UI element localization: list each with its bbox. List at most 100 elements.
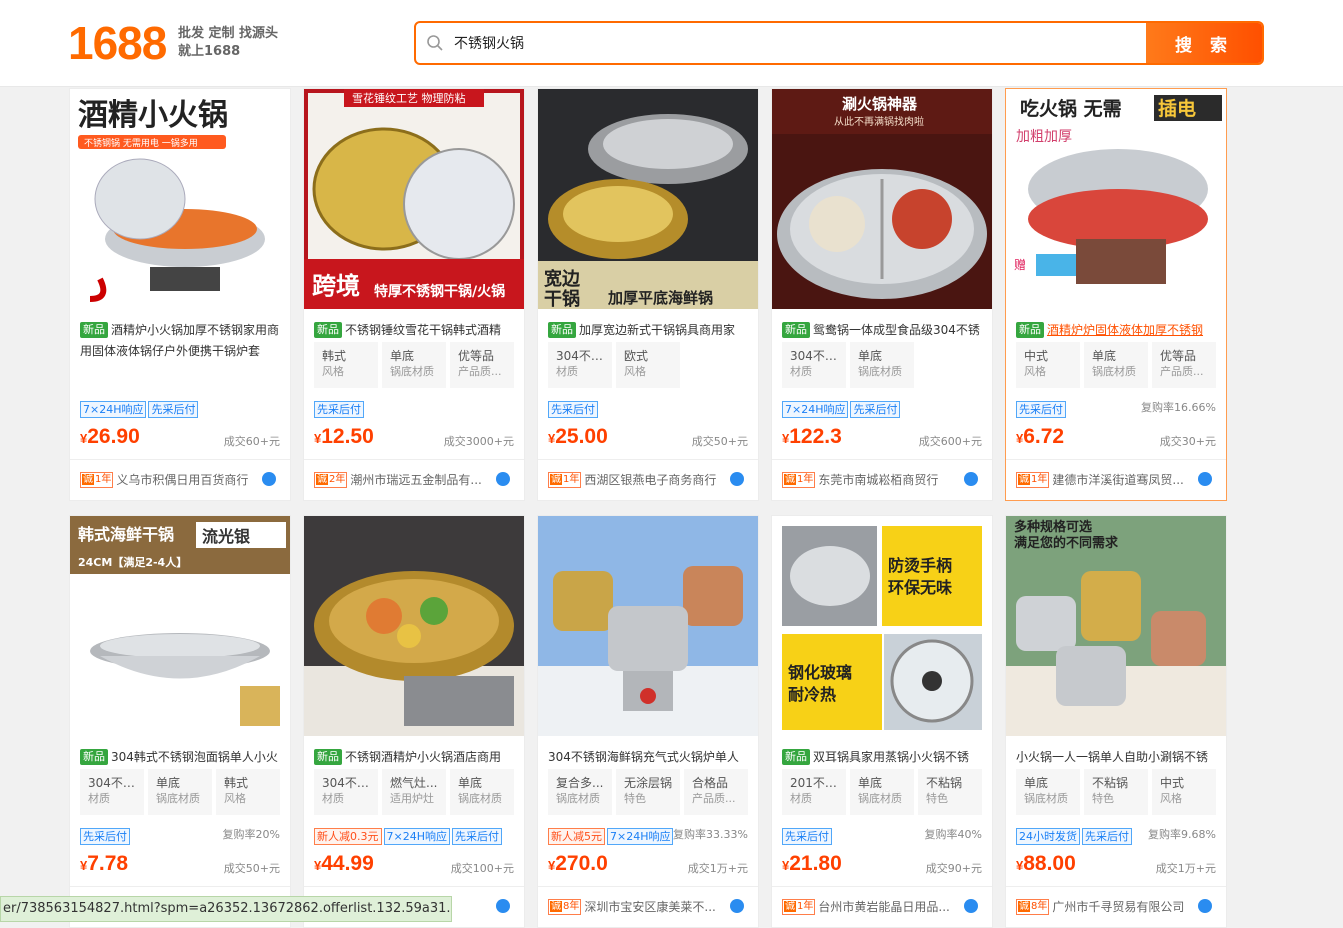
service-tag: 7×24H响应 <box>782 401 849 418</box>
wangwang-chat-icon[interactable] <box>496 472 510 486</box>
product-card[interactable]: 防烫手柄 环保无味 钢化玻璃 耐冷热 新品 双耳锅具家用蒸锅小火锅不锈 201不锈… <box>771 515 993 928</box>
attribute-item: 304不锈... 材质 <box>782 342 846 388</box>
search-input[interactable] <box>454 23 1144 63</box>
wangwang-chat-icon[interactable] <box>964 472 978 486</box>
shop-info[interactable]: 诚 8年 广州市千寻贸易有限公司 <box>1016 898 1216 916</box>
shop-info[interactable]: 诚 1年 东莞市南城崧栢商贸行 <box>782 471 982 489</box>
attribute-item: 单底 锅底材质 <box>850 342 914 388</box>
shop-name[interactable]: 建德市洋溪街道骞凤贸... <box>1052 471 1183 488</box>
divider <box>304 886 524 887</box>
product-image[interactable]: 酒精小火锅 不锈钢锅 无需用电 一锅多用 <box>70 89 290 309</box>
attribute-value: 不粘锅 <box>926 776 963 790</box>
product-image[interactable] <box>538 516 758 736</box>
svg-text:吃火锅 无需: 吃火锅 无需 <box>1020 97 1122 120</box>
product-image[interactable]: 韩式海鲜干锅 流光银 24CM【满足2-4人】 <box>70 516 290 736</box>
product-image[interactable]: 宽边 干锅 加厚平底海鲜锅 <box>538 89 758 309</box>
attribute-key: 材质 <box>790 365 812 378</box>
new-badge: 新品 <box>314 322 342 338</box>
attribute-key: 锅底材质 <box>458 792 502 805</box>
sales-volume: 成交30+元 <box>1159 435 1216 448</box>
product-image[interactable]: 涮火锅神器 从此不再满锅找肉啦 <box>772 89 992 309</box>
attribute-item: 不粘锅 特色 <box>1084 769 1148 815</box>
wangwang-chat-icon[interactable] <box>730 472 744 486</box>
product-image[interactable]: 多种规格可选 满足您的不同需求 <box>1006 516 1226 736</box>
product-card[interactable]: 宽边 干锅 加厚平底海鲜锅新品加厚宽边新式干锅锅具商用家 304不锈... 材质… <box>537 88 759 501</box>
product-title-text: 双耳锅具家用蒸锅小火锅不锈 <box>813 750 970 764</box>
price: ¥122.3 <box>782 425 842 449</box>
attribute-item: 201不锈... 材质 <box>782 769 846 815</box>
shop-info[interactable]: 诚 8年 深圳市宝安区康美莱不... <box>548 898 748 916</box>
attribute-value: 304不锈... <box>556 349 604 363</box>
product-card[interactable]: 多种规格可选 满足您的不同需求 小火锅一人一锅单人自助小涮锅不锈 单底 锅底材质… <box>1005 515 1227 928</box>
trust-years: 1年 <box>95 474 112 485</box>
price-value: 270.0 <box>555 852 608 875</box>
product-title[interactable]: 新品 酒精炉小火锅加厚不锈钢家用商用固体液体锅仔户外便携干锅炉套 <box>80 320 282 364</box>
product-image[interactable]: 防烫手柄 环保无味 钢化玻璃 耐冷热 <box>772 516 992 736</box>
product-card[interactable]: 韩式海鲜干锅 流光银 24CM【满足2-4人】 新品 304韩式不锈钢泡面锅单人小… <box>69 515 291 928</box>
wangwang-chat-icon[interactable] <box>730 899 744 913</box>
attribute-item: 单底 锅底材质 <box>450 769 514 815</box>
search-button[interactable]: 搜 索 <box>1146 23 1262 63</box>
svg-text:韩式海鲜干锅: 韩式海鲜干锅 <box>78 525 174 544</box>
attribute-value: 中式 <box>1160 776 1185 790</box>
attribute-key: 材质 <box>322 792 344 805</box>
trust-years: 2年 <box>329 474 346 485</box>
attribute-value: 单底 <box>1024 776 1049 790</box>
trust-years: 1年 <box>563 474 580 485</box>
attribute-key: 锅底材质 <box>1092 365 1136 378</box>
shop-info[interactable]: 诚 1年 义乌市积偶日用百货商行 <box>80 471 280 489</box>
service-tag: 先采后付 <box>80 828 130 845</box>
shop-name[interactable]: 义乌市积偶日用百货商行 <box>116 471 248 488</box>
shop-info[interactable]: 诚 2年 潮州市瑞远五金制品有... <box>314 471 514 489</box>
product-card[interactable]: 304不锈钢海鲜锅充气式火锅炉单人 复合多... 锅底材质 无涂层锅 特色 合格… <box>537 515 759 928</box>
shop-name[interactable]: 广州市千寻贸易有限公司 <box>1052 898 1184 915</box>
svg-text:跨境: 跨境 <box>312 272 360 300</box>
product-image[interactable]: 雪花锤纹工艺 物理防粘 跨境 特厚不锈钢干锅/火锅 <box>304 89 524 309</box>
attribute-list: 中式 风格 单底 锅底材质 优等品 产品质... <box>1016 342 1221 388</box>
svg-text:加粗加厚: 加粗加厚 <box>1016 129 1072 145</box>
product-image[interactable]: 吃火锅 无需 插电 加粗加厚 赠 <box>1006 89 1226 309</box>
price-value: 25.00 <box>555 425 608 448</box>
trust-badge: 诚 2年 <box>314 472 348 488</box>
attribute-value: 单底 <box>156 776 181 790</box>
shop-name[interactable]: 深圳市宝安区康美莱不... <box>584 898 715 915</box>
attribute-item: 单底 锅底材质 <box>1084 342 1148 388</box>
price: ¥270.0 <box>548 852 608 876</box>
product-card[interactable]: 新品不锈钢酒精炉小火锅酒店商用 304不锈... 材质 燃气灶... 适用炉灶 … <box>303 515 525 928</box>
product-card[interactable]: 吃火锅 无需 插电 加粗加厚 赠新品 酒精炉炉固体液体加厚不锈钢 中式 风格 单底… <box>1005 88 1227 501</box>
attribute-value: 无涂层锅 <box>624 776 672 790</box>
divider <box>304 459 524 460</box>
attribute-key: 产品质... <box>458 365 502 378</box>
product-image[interactable] <box>304 516 524 736</box>
shop-info[interactable]: 诚 1年 西湖区银燕电子商务商行 <box>548 471 748 489</box>
trust-label: 诚 <box>1018 474 1030 485</box>
wangwang-chat-icon[interactable] <box>964 899 978 913</box>
sales-volume: 成交50+元 <box>223 862 280 875</box>
product-card[interactable]: 酒精小火锅 不锈钢锅 无需用电 一锅多用 新品 酒精炉小火锅加厚不锈钢家用商用固体… <box>69 88 291 501</box>
shop-info[interactable]: 诚 1年 建德市洋溪街道骞凤贸... <box>1016 471 1216 489</box>
shop-name[interactable]: 西湖区银燕电子商务商行 <box>584 471 716 488</box>
svg-text:涮火锅神器: 涮火锅神器 <box>842 95 918 113</box>
new-badge: 新品 <box>782 749 810 765</box>
attribute-key: 特色 <box>1092 792 1114 805</box>
wangwang-chat-icon[interactable] <box>1198 899 1212 913</box>
attribute-key: 锅底材质 <box>858 792 902 805</box>
wangwang-chat-icon[interactable] <box>262 472 276 486</box>
service-tag: 新人减0.3元 <box>314 828 382 845</box>
shop-name[interactable]: 东莞市南城崧栢商贸行 <box>818 471 938 488</box>
logo[interactable]: 1688 <box>68 16 167 70</box>
trust-badge: 诚 1年 <box>80 472 114 488</box>
attribute-list: 304不锈... 材质 单底 锅底材质 <box>782 342 987 388</box>
attribute-value: 合格品 <box>692 776 729 790</box>
sales-volume: 成交1万+元 <box>687 862 748 875</box>
attribute-value: 燃气灶... <box>390 776 438 790</box>
shop-name[interactable]: 潮州市瑞远五金制品有... <box>350 471 481 488</box>
price: ¥21.80 <box>782 852 842 876</box>
shop-name[interactable]: 台州市黄岩能晶日用品... <box>818 898 949 915</box>
wangwang-chat-icon[interactable] <box>496 899 510 913</box>
trust-label: 诚 <box>316 474 328 485</box>
wangwang-chat-icon[interactable] <box>1198 472 1212 486</box>
product-card[interactable]: 雪花锤纹工艺 物理防粘 跨境 特厚不锈钢干锅/火锅 新品 不锈钢锤纹雪花干锅韩式酒精… <box>303 88 525 501</box>
product-card[interactable]: 涮火锅神器 从此不再满锅找肉啦 新品鸳鸯锅一体成型食品级304不锈 304不锈.… <box>771 88 993 501</box>
shop-info[interactable]: 诚 1年 台州市黄岩能晶日用品... <box>782 898 982 916</box>
